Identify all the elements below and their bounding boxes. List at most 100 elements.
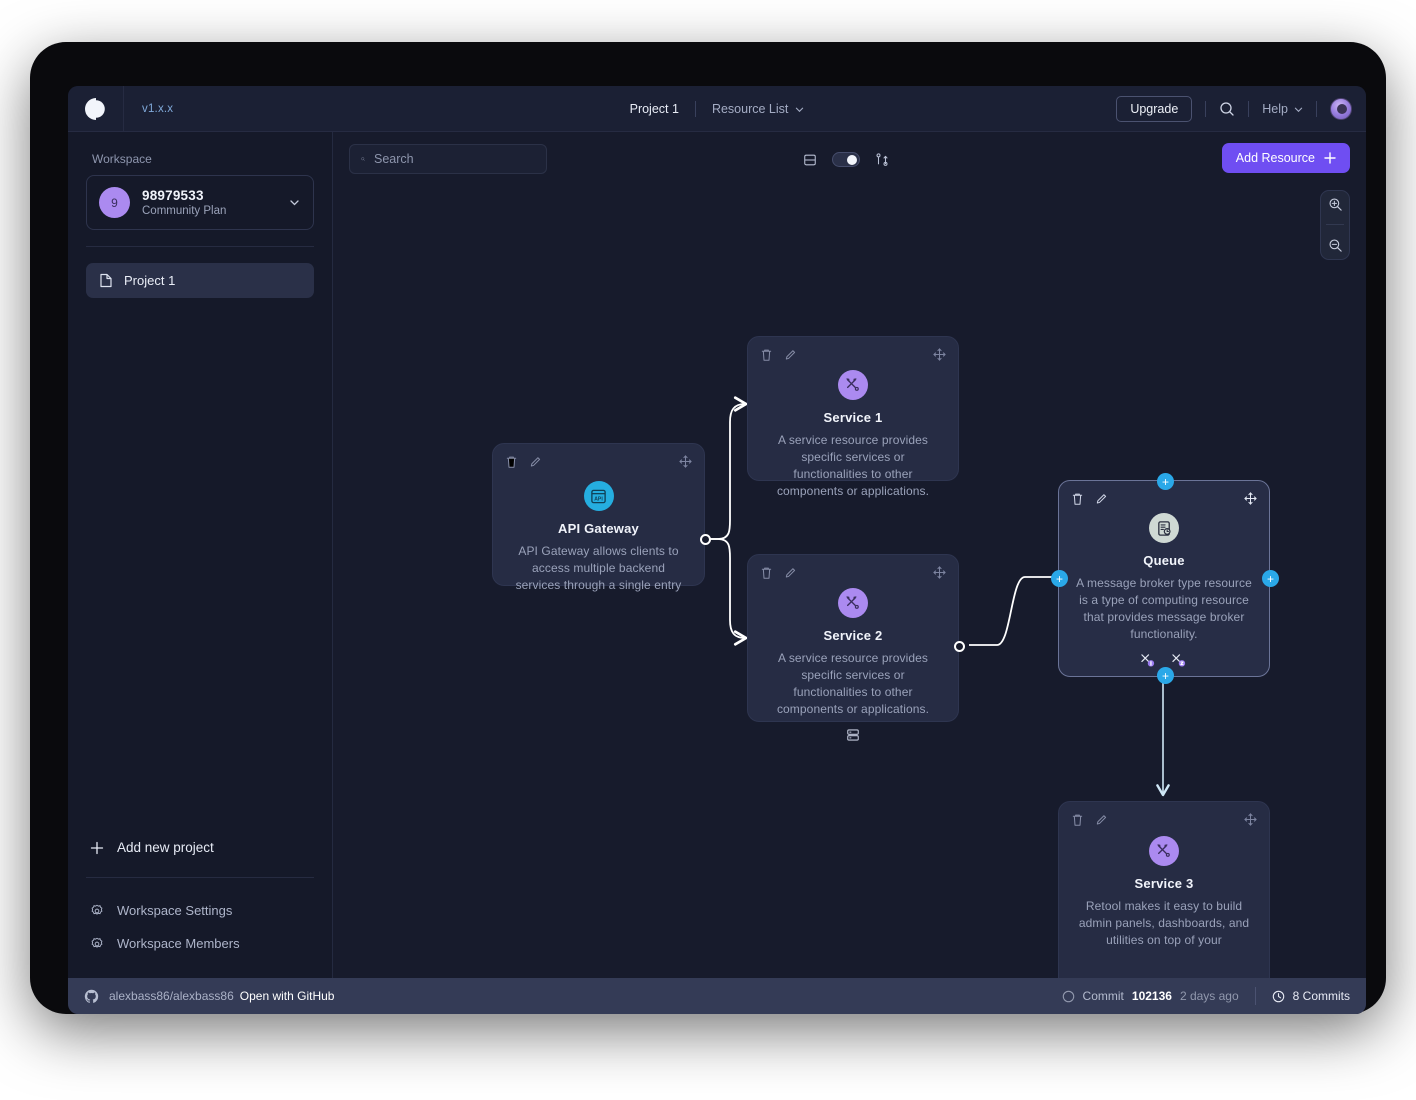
gear-icon	[91, 937, 103, 948]
service-badge-icon[interactable]	[1171, 653, 1188, 668]
node-description: Retool makes it easy to build admin pane…	[1078, 899, 1250, 947]
node-output-port[interactable]	[954, 641, 965, 652]
node-actions	[1071, 492, 1108, 506]
queue-icon[interactable]	[846, 728, 860, 742]
service-badge-icon[interactable]	[1140, 653, 1157, 668]
github-icon[interactable]	[84, 989, 99, 1004]
canvas-view-controls	[803, 152, 889, 167]
node-output-port[interactable]	[700, 534, 711, 545]
node-actions	[1071, 813, 1108, 827]
sort-branch-icon[interactable]	[875, 152, 889, 167]
node-port-right[interactable]: +	[1262, 570, 1279, 587]
zoom-in-icon[interactable]	[1328, 197, 1343, 212]
node-port-top[interactable]: +	[1157, 473, 1174, 490]
move-icon	[1244, 813, 1257, 826]
commits-count-button[interactable]: 8 Commits	[1272, 989, 1350, 1003]
node-description: A message broker type resource is a type…	[1076, 576, 1252, 641]
node-title: Service 2	[823, 628, 883, 643]
workspace-name: 98979533	[142, 188, 204, 203]
plus-icon	[1324, 152, 1336, 164]
node-move-handle[interactable]	[933, 348, 946, 366]
device-frame: v1.x.x Project 1 Resource List Upgrade H…	[32, 44, 1384, 1014]
sidebar-item-label: Workspace Members	[117, 936, 240, 951]
node-service-1[interactable]: Service 1 A service resource provides sp…	[747, 336, 959, 498]
sidebar-item-label: Project 1	[124, 273, 176, 288]
sidebar-item-label: Workspace Settings	[117, 903, 233, 918]
move-icon	[933, 566, 946, 579]
node-icon	[1149, 513, 1179, 543]
commits-count-label: 8 Commits	[1292, 989, 1350, 1003]
repo-name[interactable]: alexbass86/alexbass86	[109, 989, 234, 1003]
trash-icon[interactable]	[1071, 492, 1084, 506]
layout-toggle[interactable]	[832, 152, 860, 167]
divider	[1326, 224, 1344, 226]
status-bar-right: Commit 102136 2 days ago 8 Commits	[1062, 987, 1350, 1005]
node-icon	[838, 370, 868, 400]
canvas[interactable]: Add Resource	[333, 132, 1366, 978]
search-icon	[361, 157, 365, 161]
sidebar-item-workspace-members[interactable]: Workspace Members	[90, 927, 332, 960]
trash-icon[interactable]	[505, 455, 518, 469]
trash-icon[interactable]	[1071, 813, 1084, 827]
node-move-handle[interactable]	[1244, 813, 1257, 831]
node-port-bottom[interactable]: +	[1157, 667, 1174, 684]
upgrade-button[interactable]: Upgrade	[1116, 96, 1193, 122]
app-logo-icon	[84, 97, 105, 120]
add-resource-label: Add Resource	[1235, 151, 1315, 165]
chevron-down-icon	[290, 200, 299, 206]
gear-icon	[91, 904, 103, 915]
search-input[interactable]	[374, 152, 535, 166]
resource-list-label: Resource List	[711, 102, 789, 116]
node-move-handle[interactable]	[679, 455, 692, 473]
node-footer-icons	[1059, 653, 1269, 668]
divider	[1248, 101, 1250, 117]
add-new-project-button[interactable]: Add new project	[90, 834, 314, 861]
workspace-plan: Community Plan	[142, 205, 227, 217]
clock-icon	[1272, 990, 1284, 1002]
node-icon: API	[583, 481, 614, 511]
repo-path: alexbass86/alexbass86 Open with GitHub	[109, 989, 334, 1003]
node-service-2[interactable]: Service 2 A service resource provides sp…	[747, 554, 965, 741]
app-logo[interactable]	[68, 86, 124, 132]
pencil-icon[interactable]	[529, 455, 542, 469]
sidebar-item-project-1[interactable]: Project 1	[86, 263, 314, 298]
trash-icon[interactable]	[760, 566, 773, 580]
trash-icon[interactable]	[760, 348, 773, 362]
node-service-3[interactable]: Service 3 Retool makes it easy to build …	[1058, 801, 1270, 978]
node-icon	[838, 588, 868, 618]
queue-icon	[1157, 520, 1171, 536]
pencil-icon[interactable]	[784, 566, 797, 580]
node-queue[interactable]: Queue A message broker type resource is …	[1051, 473, 1279, 684]
node-api-gateway[interactable]: API API Gateway API Gateway allows clien…	[492, 443, 711, 592]
commit-info[interactable]: Commit 102136 2 days ago	[1062, 989, 1239, 1003]
commit-hash: 102136	[1131, 989, 1172, 1003]
pencil-icon[interactable]	[1095, 813, 1108, 827]
app-screen: v1.x.x Project 1 Resource List Upgrade H…	[68, 86, 1366, 1014]
sidebar: Workspace 9 98979533 Community Plan Proj…	[68, 132, 333, 978]
help-menu[interactable]: Help	[1262, 102, 1303, 116]
pencil-icon[interactable]	[784, 348, 797, 362]
toggle-knob	[847, 154, 857, 165]
open-with-github-link[interactable]: Open with GitHub	[240, 989, 335, 1003]
node-port-left[interactable]: +	[1051, 570, 1068, 587]
avatar[interactable]	[1330, 98, 1352, 120]
node-move-handle[interactable]	[933, 566, 946, 584]
breadcrumb-project[interactable]: Project 1	[630, 102, 695, 116]
zoom-out-icon[interactable]	[1328, 238, 1343, 253]
workspace-selector[interactable]: 9 98979533 Community Plan	[86, 175, 314, 230]
node-title: Service 3	[1134, 876, 1194, 891]
node-title: Queue	[1143, 553, 1185, 568]
pencil-icon[interactable]	[1095, 492, 1108, 506]
divider	[1205, 101, 1207, 117]
search-field[interactable]	[349, 144, 547, 174]
search-glyph	[1220, 102, 1234, 116]
panel-layout-icon[interactable]	[803, 153, 817, 167]
node-description: API Gateway allows clients to access mul…	[515, 544, 682, 592]
add-resource-button[interactable]: Add Resource	[1221, 143, 1350, 173]
node-move-handle[interactable]	[1244, 492, 1257, 510]
divider	[86, 246, 314, 247]
search-icon[interactable]	[1219, 101, 1235, 117]
sidebar-item-workspace-settings[interactable]: Workspace Settings	[90, 894, 332, 927]
resource-list-dropdown[interactable]: Resource List	[696, 102, 804, 116]
tools-icon	[1157, 844, 1170, 857]
